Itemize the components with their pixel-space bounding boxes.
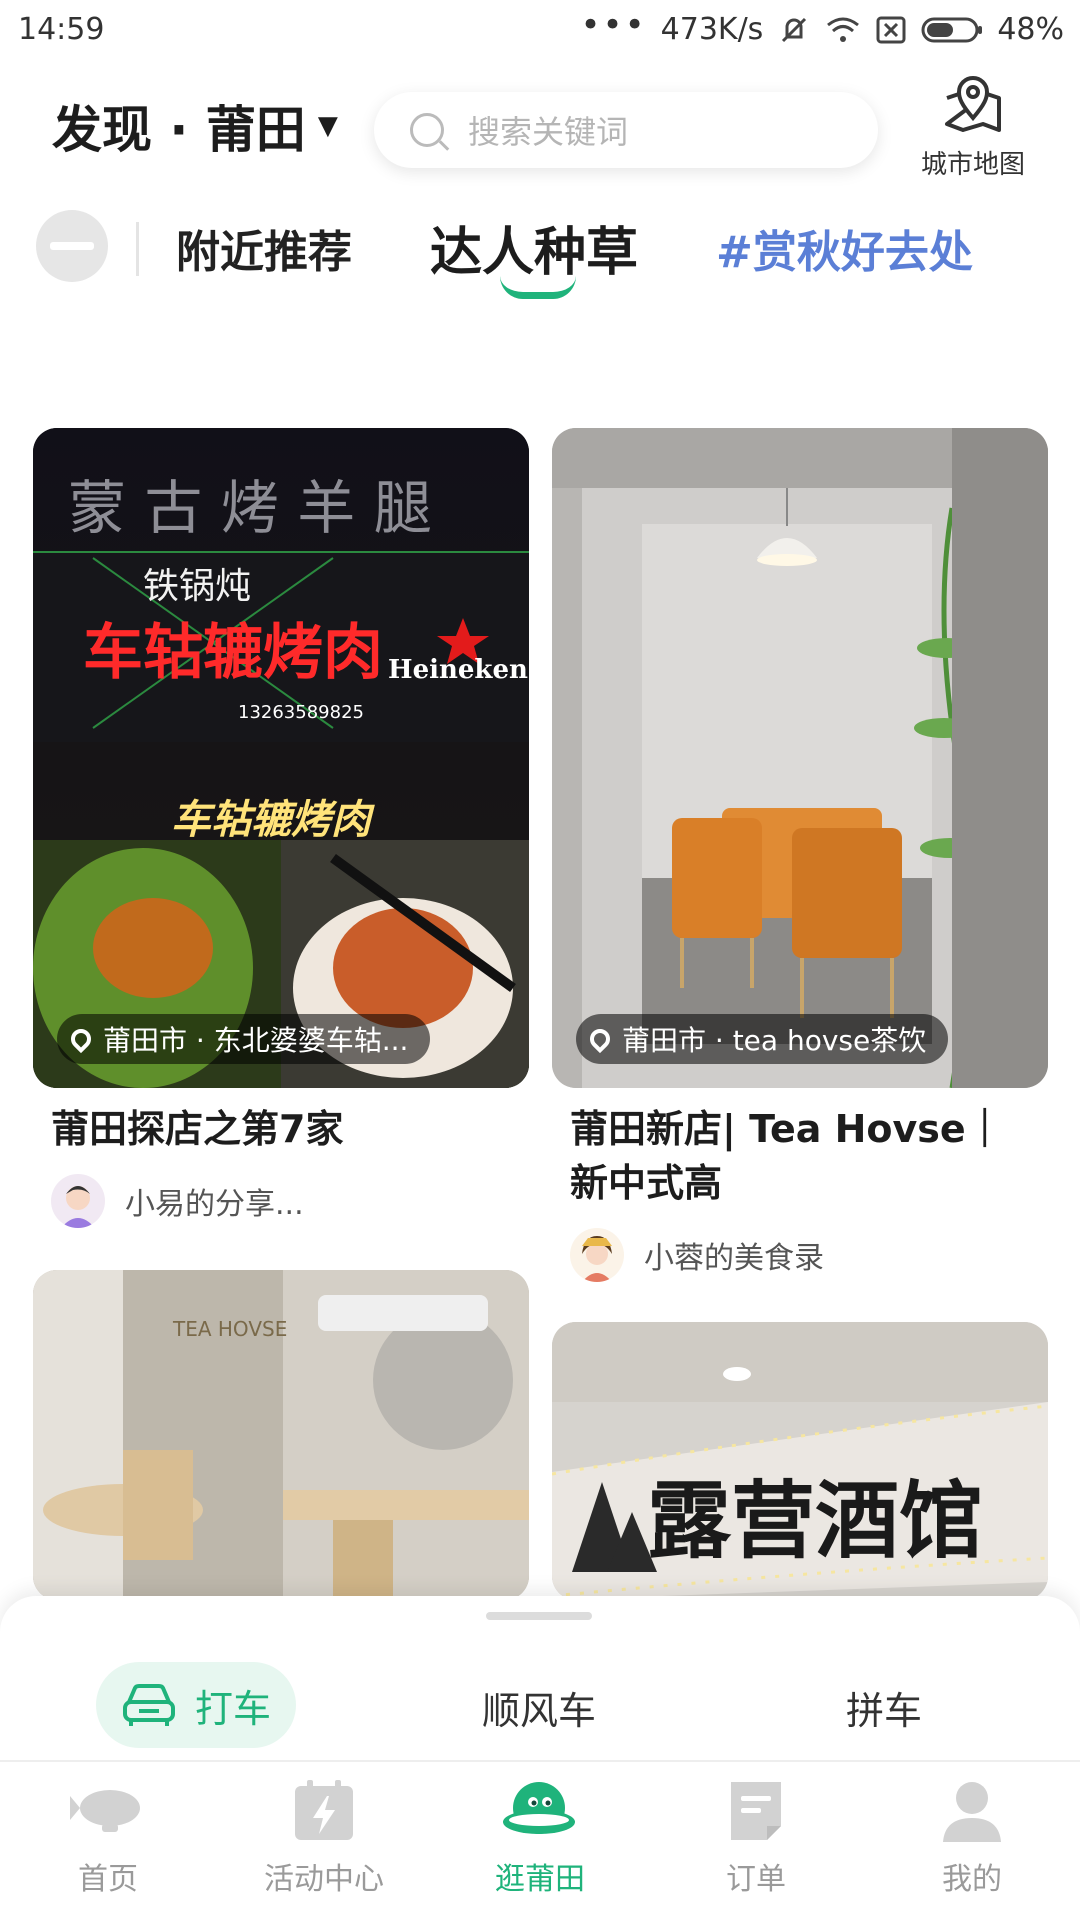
tea-shop-seating-photo: TEA HOVSE: [33, 1270, 529, 1600]
nav-orders[interactable]: 订单: [666, 1778, 846, 1898]
header: 发现 · 莆田 ▼ 搜索关键词 城市地图: [0, 70, 1080, 180]
tab-divider: [136, 222, 139, 276]
tab-topic[interactable]: #赏秋好去处: [716, 216, 973, 280]
sign-top-text: 蒙 古 烤 羊 腿: [68, 474, 432, 542]
more-dots-icon: •••: [580, 4, 647, 45]
nav-activity[interactable]: 活动中心: [234, 1778, 414, 1898]
carpool-button[interactable]: 拼车: [846, 1680, 922, 1735]
taxi-label: 打车: [194, 1686, 271, 1731]
author[interactable]: 小易的分享...: [51, 1174, 529, 1228]
location-tag[interactable]: 莆田市 · 东北婆婆车轱...: [57, 1014, 431, 1064]
city-map-button[interactable]: 城市地图: [908, 74, 1038, 184]
feed-card[interactable]: 莆田市 · tea hovse茶饮 莆田新店| Tea Hovse｜新中式高 小…: [552, 428, 1048, 1282]
search-placeholder: 搜索关键词: [468, 113, 629, 151]
map-pin-icon: [945, 76, 1001, 132]
tea-shop-interior-photo: [552, 428, 1048, 1088]
author[interactable]: 小蓉的美食录: [570, 1228, 1048, 1282]
city-selector[interactable]: 发现 · 莆田 ▼: [52, 90, 338, 162]
shop-sign-text: TEA HOVSE: [172, 1317, 287, 1341]
location-pin-icon: [585, 1024, 615, 1054]
car-icon: [122, 1684, 175, 1726]
nav-profile-label: 我的: [942, 1862, 1002, 1897]
feed-card[interactable]: 蒙 古 烤 羊 腿 铁锅炖 车轱辘烤肉 Heineken 13263589825…: [33, 428, 529, 1228]
car-logo-icon: [50, 242, 94, 250]
order-document-icon: [723, 1778, 789, 1844]
status-icons: ••• 473K/s 48%: [580, 5, 1064, 48]
sign-sub-text: 铁锅炖: [143, 566, 251, 607]
author-avatar: [51, 1174, 105, 1228]
author-avatar: [570, 1228, 624, 1282]
wifi-icon: [827, 17, 860, 42]
taxi-button[interactable]: 打车: [96, 1662, 296, 1748]
sign-main-text: 车轱辘烤肉: [83, 618, 383, 688]
battery-level: 48%: [997, 12, 1064, 47]
location-text: 莆田市 · 东北婆婆车轱...: [103, 1024, 409, 1057]
city-map-label: 城市地图: [920, 150, 1025, 180]
status-bar: 14:59 ••• 473K/s 48%: [0, 0, 1080, 64]
mute-icon: [782, 17, 807, 42]
tab-daren[interactable]: 达人种草: [430, 210, 638, 285]
location-tag[interactable]: 莆田市 · tea hovse茶饮: [576, 1014, 949, 1064]
author-name: 小易的分享...: [125, 1187, 304, 1222]
caret-down-icon: ▼: [317, 111, 338, 141]
ride-sheet: 打车 顺风车 拼车: [0, 1596, 1080, 1760]
author-name: 小蓉的美食录: [644, 1241, 824, 1276]
photo-caption-text: 车轱辘烤肉: [171, 797, 375, 843]
sign-phone-text: 13263589825: [238, 702, 364, 723]
status-time: 14:59: [18, 12, 105, 47]
home-blimp-icon: [70, 1778, 141, 1844]
location-pin-icon: [66, 1024, 96, 1054]
card-image: 莆田市 · tea hovse茶饮: [552, 428, 1048, 1088]
card-image: 露营酒馆: [552, 1322, 1048, 1600]
network-speed: 473K/s: [660, 12, 764, 47]
search-icon: [410, 113, 444, 147]
sim-off-icon: [876, 16, 906, 43]
sign-brand-text: Heineken: [388, 655, 528, 685]
city-title: 发现 · 莆田: [52, 101, 306, 159]
card-image: 蒙 古 烤 羊 腿 铁锅炖 车轱辘烤肉 Heineken 13263589825…: [33, 428, 529, 1088]
bottom-nav: 首页 活动中心 逛莆田 订单 我的: [0, 1760, 1080, 1922]
nav-home[interactable]: 首页: [18, 1778, 198, 1898]
hitch-button[interactable]: 顺风车: [482, 1680, 596, 1735]
feed-card[interactable]: TEA HOVSE: [33, 1270, 529, 1600]
sheet-handle[interactable]: [486, 1612, 592, 1620]
nav-profile[interactable]: 我的: [882, 1778, 1062, 1898]
battery-icon: [921, 17, 983, 42]
nav-home-label: 首页: [78, 1862, 138, 1897]
tab-nearby[interactable]: 附近推荐: [176, 216, 352, 280]
feed-card[interactable]: 露营酒馆: [552, 1322, 1048, 1600]
active-tab-indicator: [500, 276, 576, 299]
nav-explore[interactable]: 逛莆田: [450, 1778, 630, 1898]
explore-planet-icon: [503, 1778, 575, 1844]
bbq-restaurant-photo: 蒙 古 烤 羊 腿 铁锅炖 车轱辘烤肉 Heineken 13263589825…: [33, 428, 529, 1088]
camping-bar-sign-photo: 露营酒馆: [552, 1322, 1048, 1600]
nav-activity-label: 活动中心: [264, 1862, 384, 1897]
profile-person-icon: [939, 1778, 1005, 1844]
card-image: TEA HOVSE: [33, 1270, 529, 1600]
bar-sign-text: 露营酒馆: [647, 1472, 983, 1570]
card-title: 莆田新店| Tea Hovse｜新中式高: [570, 1107, 1004, 1205]
card-title: 莆田探店之第7家: [51, 1107, 344, 1151]
brand-avatar[interactable]: [36, 210, 108, 282]
category-tabs: 附近推荐 达人种草 #赏秋好去处: [0, 200, 1080, 310]
nav-explore-label: 逛莆田: [495, 1862, 585, 1897]
activity-calendar-icon: [291, 1778, 357, 1844]
nav-orders-label: 订单: [726, 1862, 786, 1897]
location-text: 莆田市 · tea hovse茶饮: [622, 1024, 927, 1057]
search-input[interactable]: 搜索关键词: [374, 92, 878, 168]
